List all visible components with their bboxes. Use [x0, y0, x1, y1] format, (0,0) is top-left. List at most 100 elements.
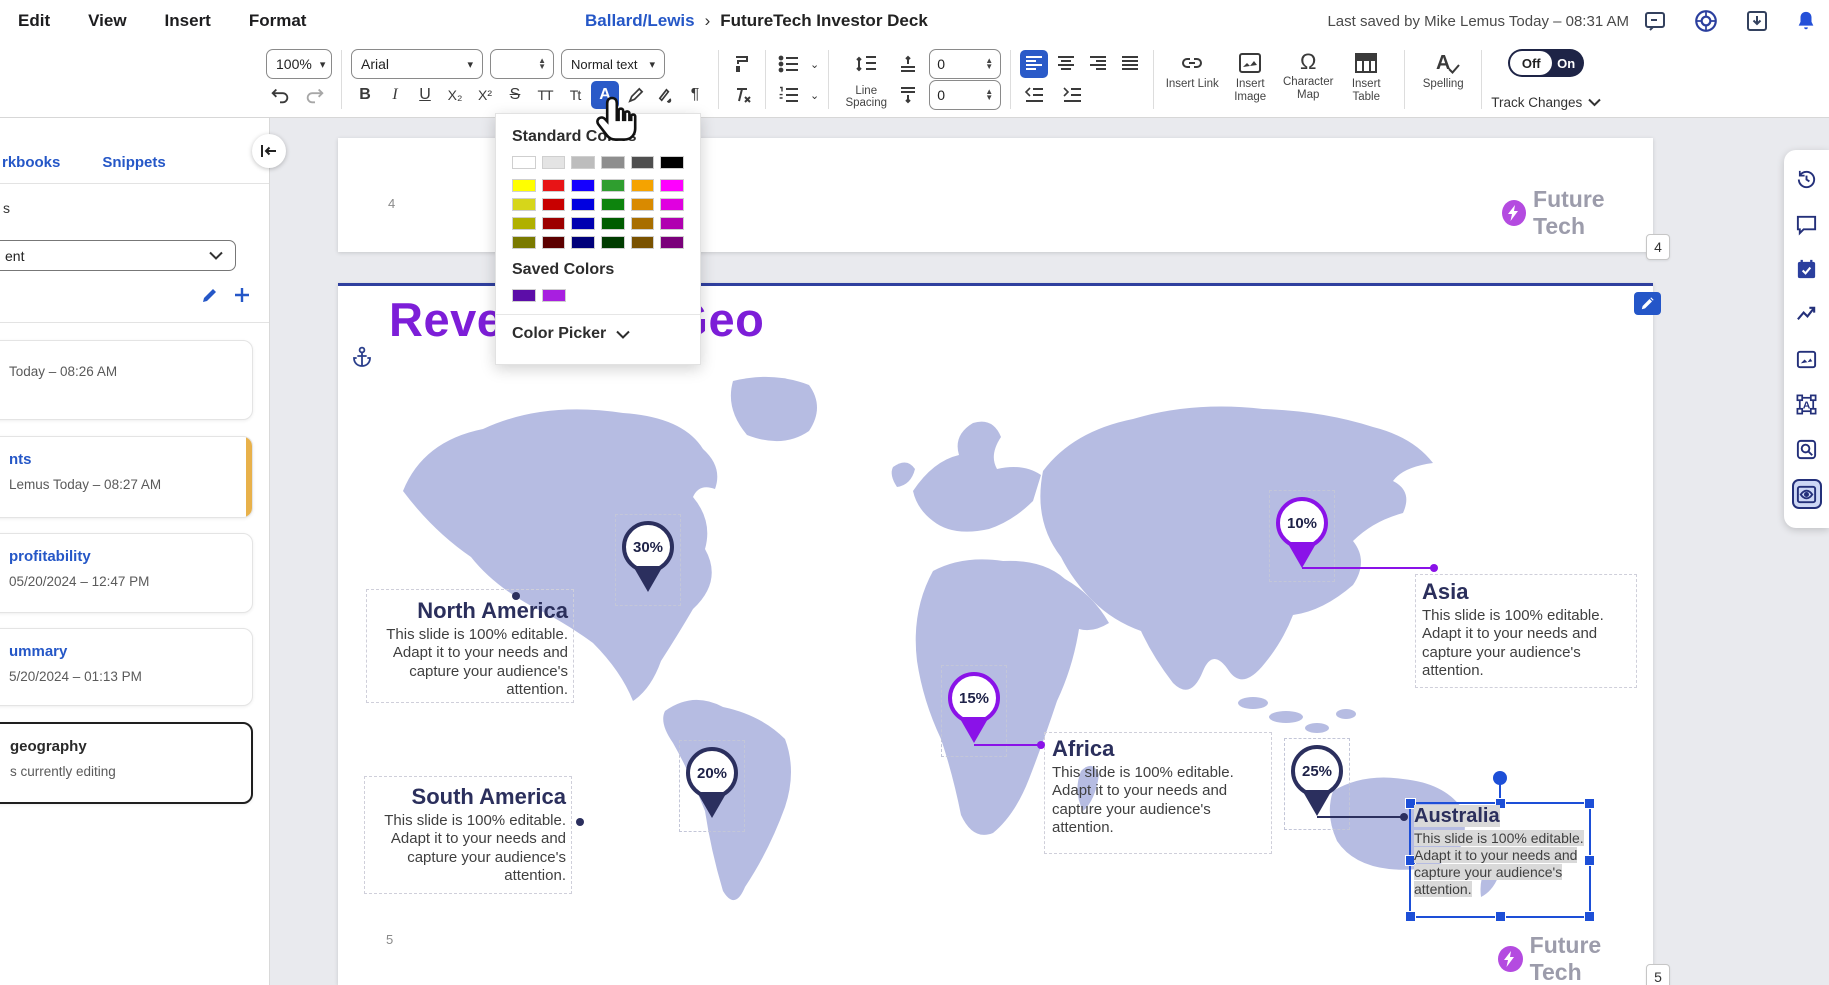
tab-snippets[interactable]: Snippets — [102, 154, 165, 171]
resize-handle[interactable] — [1584, 911, 1595, 922]
align-left-button[interactable] — [1020, 50, 1048, 78]
trends-icon[interactable] — [1794, 301, 1820, 327]
line-spacing-icon[interactable] — [852, 50, 880, 78]
color-swatch[interactable] — [660, 198, 684, 211]
map-pin-north-america[interactable]: 30% — [622, 521, 674, 592]
color-swatch[interactable] — [571, 217, 595, 230]
add-icon[interactable] — [233, 286, 251, 304]
color-swatch[interactable] — [512, 236, 536, 249]
color-swatch[interactable] — [571, 179, 595, 192]
smallcaps-button[interactable]: Tt — [561, 81, 589, 109]
sidebar-filter-dropdown[interactable]: ent — [0, 240, 236, 271]
color-swatch[interactable] — [542, 217, 566, 230]
history-icon[interactable] — [1794, 166, 1820, 192]
space-above-icon[interactable] — [894, 50, 922, 78]
numbered-list-caret[interactable]: ⌄ — [810, 89, 819, 102]
color-swatch[interactable] — [512, 156, 536, 169]
spelling-button[interactable]: A Spelling — [1414, 42, 1472, 117]
paint-format-icon[interactable] — [728, 50, 756, 78]
resize-handle[interactable] — [1495, 911, 1506, 922]
track-changes-label[interactable]: Track Changes — [1491, 95, 1601, 110]
slide-5[interactable]: Revenue by Geo — [338, 283, 1653, 985]
color-swatch[interactable] — [660, 217, 684, 230]
sidebar-collapse-button[interactable] — [252, 134, 286, 168]
text-color-button[interactable]: A — [591, 81, 619, 109]
saved-color-swatch[interactable] — [512, 289, 536, 302]
insert-table-button[interactable]: Insert Table — [1337, 42, 1395, 117]
color-swatch[interactable] — [601, 179, 625, 192]
color-swatch[interactable] — [512, 179, 536, 192]
color-swatch[interactable] — [542, 156, 566, 169]
color-swatch[interactable] — [631, 156, 655, 169]
region-text-australia[interactable]: Australia This slide is 100% editable. A… — [1414, 805, 1586, 898]
indent-icon[interactable] — [1058, 81, 1086, 109]
menu-insert[interactable]: Insert — [165, 11, 211, 31]
color-swatch[interactable] — [512, 198, 536, 211]
resize-handle[interactable] — [1405, 911, 1416, 922]
color-swatch[interactable] — [631, 198, 655, 211]
version-card-current[interactable]: geography s currently editing — [0, 722, 253, 804]
menu-view[interactable]: View — [88, 11, 126, 31]
color-swatch[interactable] — [631, 179, 655, 192]
comment-icon[interactable] — [1794, 211, 1820, 237]
tab-workbooks[interactable]: rkbooks — [2, 154, 60, 171]
tasks-calendar-icon[interactable] — [1794, 256, 1820, 282]
slide-edit-badge[interactable] — [1634, 292, 1661, 315]
text-box-icon[interactable]: A — [1794, 391, 1820, 417]
color-swatch[interactable] — [542, 179, 566, 192]
align-right-button[interactable] — [1084, 50, 1112, 78]
help-icon[interactable] — [1693, 8, 1719, 34]
bulleted-list-icon[interactable] — [775, 50, 803, 78]
image-icon[interactable] — [1794, 346, 1820, 372]
color-swatch[interactable] — [512, 217, 536, 230]
color-swatch[interactable] — [601, 198, 625, 211]
track-changes-toggle[interactable]: Off On — [1508, 49, 1584, 77]
strikethrough-button[interactable]: S — [501, 81, 529, 109]
fill-color-icon[interactable] — [651, 81, 679, 109]
color-swatch[interactable] — [601, 236, 625, 249]
paragraph-mark-button[interactable]: ¶ — [681, 81, 709, 109]
region-text-asia[interactable]: Asia This slide is 100% editable. Adapt … — [1422, 579, 1627, 680]
color-swatch[interactable] — [571, 198, 595, 211]
underline-button[interactable]: U — [411, 81, 439, 109]
align-center-button[interactable] — [1052, 50, 1080, 78]
color-swatch[interactable] — [660, 236, 684, 249]
version-card[interactable]: profitability 05/20/2024 – 12:47 PM — [0, 533, 253, 613]
align-justify-button[interactable] — [1116, 50, 1144, 78]
export-icon[interactable] — [1745, 9, 1769, 33]
uppercase-button[interactable]: TT — [531, 81, 559, 109]
numbered-list-icon[interactable] — [775, 81, 803, 109]
space-above-spinner[interactable]: 0▲▼ — [929, 49, 1001, 79]
edit-pencil-icon[interactable] — [201, 286, 219, 304]
bold-button[interactable]: B — [351, 81, 379, 109]
breadcrumb-parent-link[interactable]: Ballard/Lewis — [585, 11, 695, 31]
notifications-bell-icon[interactable] — [1795, 9, 1817, 33]
preview-eye-icon[interactable] — [1794, 481, 1820, 507]
color-swatch[interactable] — [660, 156, 684, 169]
bulleted-list-caret[interactable]: ⌄ — [810, 58, 819, 71]
color-swatch[interactable] — [601, 156, 625, 169]
region-text-north-america[interactable]: North America This slide is 100% editabl… — [368, 598, 568, 699]
zoom-select[interactable]: 100%▾ — [266, 49, 332, 79]
page-badge-4[interactable]: 4 — [1646, 234, 1670, 260]
highlight-pen-icon[interactable] — [621, 81, 649, 109]
color-picker-expander[interactable]: Color Picker — [512, 325, 684, 343]
insert-link-button[interactable]: Insert Link — [1163, 42, 1221, 117]
space-below-spinner[interactable]: 0▲▼ — [929, 80, 1001, 110]
region-text-africa[interactable]: Africa This slide is 100% editable. Adap… — [1052, 736, 1257, 837]
color-swatch[interactable] — [660, 179, 684, 192]
comments-icon[interactable] — [1643, 9, 1667, 33]
version-card[interactable]: Today – 08:26 AM — [0, 340, 253, 420]
italic-button[interactable]: I — [381, 81, 409, 109]
color-swatch[interactable] — [542, 198, 566, 211]
redo-button[interactable] — [301, 81, 329, 109]
region-text-south-america[interactable]: South America This slide is 100% editabl… — [366, 784, 566, 885]
undo-button[interactable] — [266, 81, 294, 109]
insert-image-button[interactable]: Insert Image — [1221, 42, 1279, 117]
color-swatch[interactable] — [631, 236, 655, 249]
color-swatch[interactable] — [542, 236, 566, 249]
version-card[interactable]: nts Lemus Today – 08:27 AM — [0, 436, 253, 518]
font-size-spinner[interactable]: ▲▼ — [490, 49, 554, 79]
page-badge-5[interactable]: 5 — [1646, 964, 1670, 985]
menu-edit[interactable]: Edit — [18, 11, 50, 31]
